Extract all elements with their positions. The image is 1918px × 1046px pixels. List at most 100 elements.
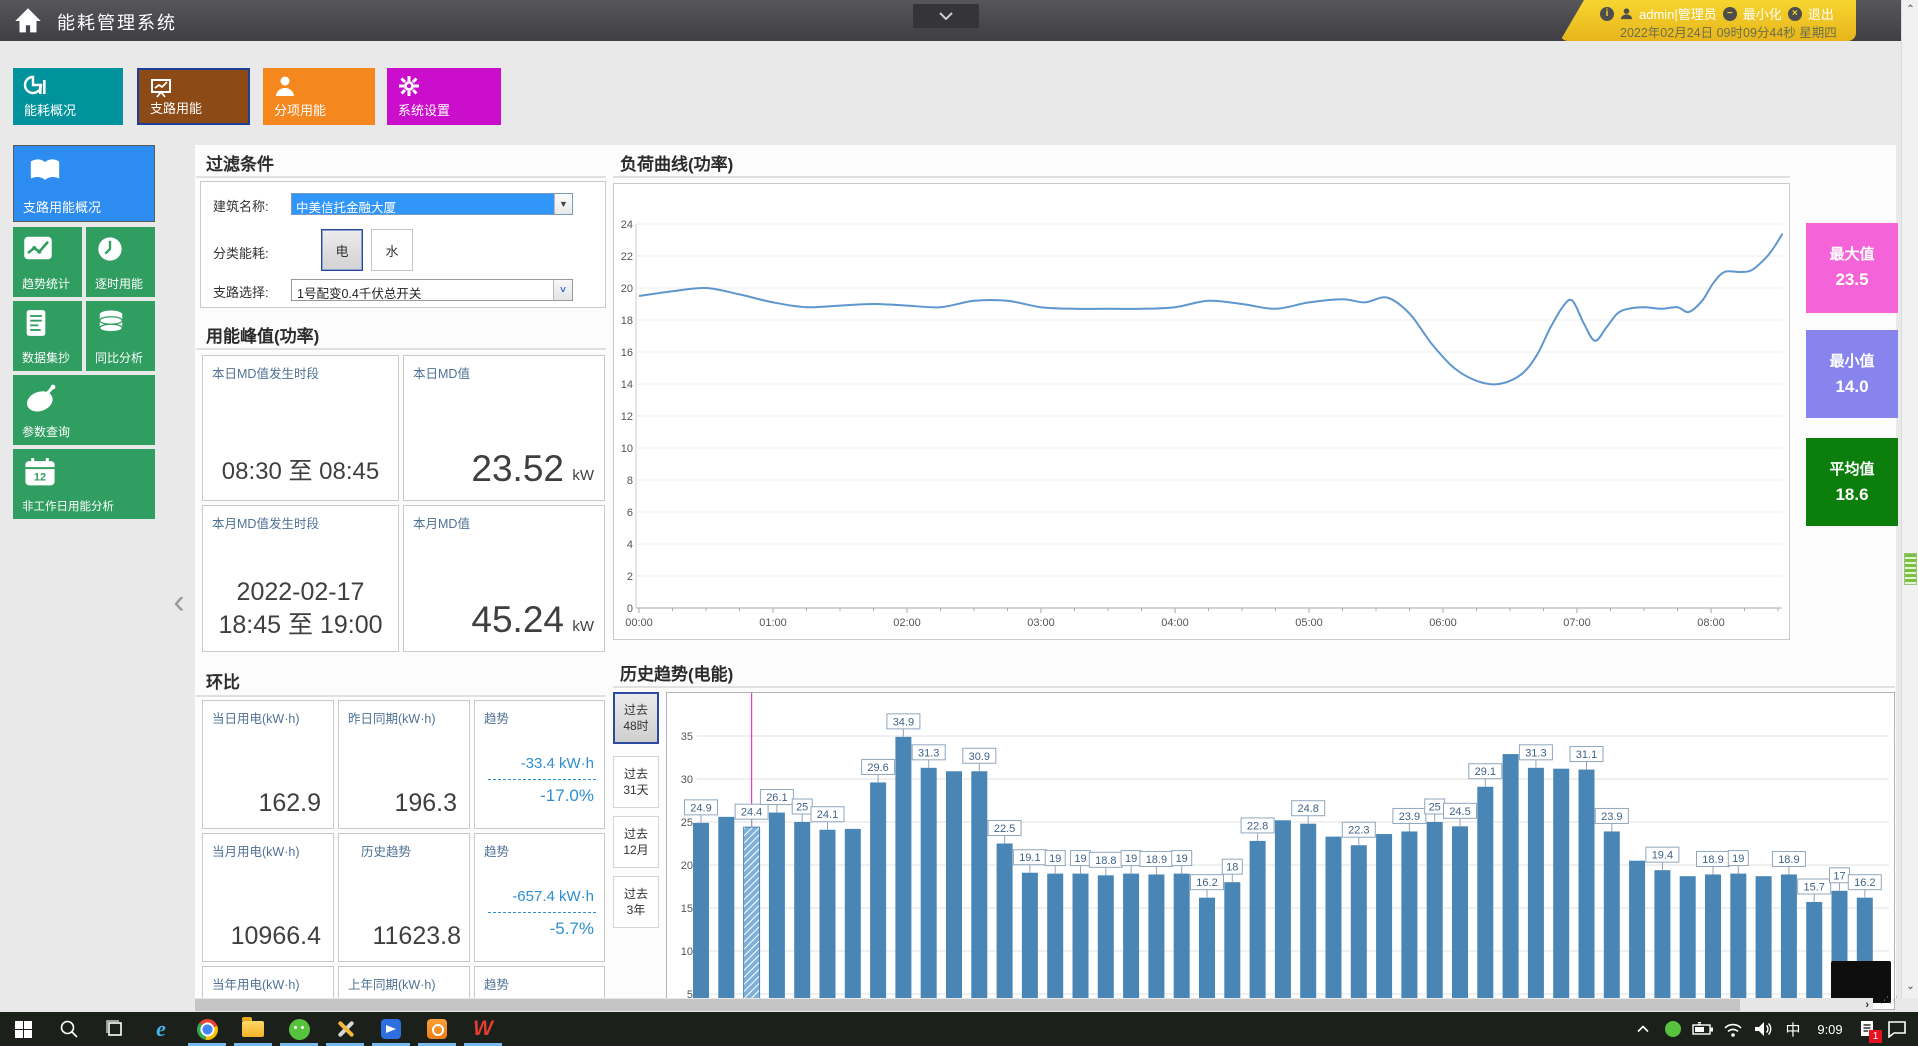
sidebar-item-trend-stats[interactable]: 趋势统计 <box>13 227 82 297</box>
ime-indicator[interactable]: 中 <box>1780 1012 1806 1046</box>
satellite-dish-icon <box>23 383 59 420</box>
card-label: 趋势 <box>484 974 509 993</box>
home-icon[interactable] <box>10 4 46 38</box>
chevron-down-icon <box>939 12 953 20</box>
card-label: 当年用电(kW·h) <box>212 974 300 993</box>
svg-text:18: 18 <box>1226 862 1238 874</box>
action-center-button[interactable] <box>1884 1012 1910 1046</box>
taskbar-tool-button[interactable] <box>322 1012 368 1046</box>
card-label: 昨日同期(kW·h) <box>348 708 436 727</box>
building-select[interactable]: 中美信托金融大厦 ▼ <box>291 193 573 215</box>
logout-icon[interactable]: × <box>1788 7 1802 21</box>
nav-tab-energy-overview[interactable]: 能耗概况 <box>13 68 123 125</box>
minimize-icon[interactable]: − <box>1723 7 1737 21</box>
logout-button[interactable]: 退出 <box>1808 4 1834 23</box>
sidebar-item-nonworkday-analysis[interactable]: 12 非工作日用能分析 <box>13 449 155 519</box>
range-label: 过去 <box>624 886 648 902</box>
tray-battery-button[interactable] <box>1690 1012 1716 1046</box>
speaker-icon <box>1753 1021 1773 1037</box>
card-date: 2022-02-17 <box>203 578 398 607</box>
svg-text:19: 19 <box>1732 853 1744 865</box>
divider <box>613 176 1790 178</box>
svg-text:05:00: 05:00 <box>1295 617 1323 629</box>
svg-text:15.7: 15.7 <box>1803 881 1824 893</box>
svg-text:19: 19 <box>1125 853 1137 865</box>
chevron-down-icon[interactable]: ▼ <box>554 194 572 214</box>
taskbar-explorer-button[interactable] <box>230 1012 276 1046</box>
sidebar-collapse-arrow[interactable]: ‹ <box>166 582 192 626</box>
branch-label: 支路选择: <box>213 282 269 301</box>
branch-select[interactable]: 1号配变0.4千伏总开关 ˅ <box>291 279 573 301</box>
card-label: 当日用电(kW·h) <box>212 708 300 727</box>
taskbar-blue-app-button[interactable] <box>368 1012 414 1046</box>
stat-label: 最大值 <box>1806 243 1898 264</box>
nav-tab-category-energy[interactable]: 分项用能 <box>263 68 375 125</box>
svg-text:16: 16 <box>621 347 633 359</box>
stat-label: 平均值 <box>1806 458 1898 479</box>
start-button[interactable] <box>0 1012 46 1046</box>
info-icon[interactable]: i <box>1600 7 1614 21</box>
taskbar-chrome-button[interactable] <box>184 1012 230 1046</box>
energy-option-water[interactable]: 水 <box>371 229 413 271</box>
scroll-down-arrow-icon[interactable]: ⌄ <box>1902 981 1918 992</box>
card-label: 历史趋势 <box>361 841 411 860</box>
tray-notification-button[interactable]: 1 <box>1854 1012 1880 1046</box>
svg-text:26.1: 26.1 <box>766 792 787 804</box>
svg-text:22.8: 22.8 <box>1247 820 1268 832</box>
range-button-48h[interactable]: 过去 48时 <box>613 692 659 744</box>
tray-wifi-button[interactable] <box>1720 1012 1746 1046</box>
svg-text:22.5: 22.5 <box>994 823 1015 835</box>
taskbar-clock[interactable]: 9:09 <box>1810 1012 1850 1046</box>
document-icon <box>23 309 49 342</box>
svg-text:31.3: 31.3 <box>918 747 939 759</box>
nav-tab-branch-energy[interactable]: 支路用能 <box>137 68 250 125</box>
taskbar-wps-button[interactable]: W <box>460 1012 506 1046</box>
taskbar-wechat-button[interactable] <box>276 1012 322 1046</box>
nav-tab-system-settings[interactable]: 系统设置 <box>387 68 501 125</box>
svg-text:10: 10 <box>621 443 633 455</box>
tray-volume-button[interactable] <box>1750 1012 1776 1046</box>
blue-app-icon <box>381 1019 401 1039</box>
tray-wechat-button[interactable] <box>1660 1012 1686 1046</box>
sidebar-item-parameter-query[interactable]: 参数查询 <box>13 375 155 445</box>
chrome-icon <box>197 1019 218 1040</box>
horizontal-scrollbar-thumb[interactable] <box>195 999 1740 1011</box>
stat-value: 23.5 <box>1806 270 1898 290</box>
scroll-up-arrow-icon[interactable]: ⌃ <box>1902 4 1918 15</box>
chevron-down-icon[interactable]: ˅ <box>553 280 572 300</box>
taskbar-ie-button[interactable]: e <box>138 1012 184 1046</box>
calendar-icon: 12 <box>23 457 57 492</box>
svg-text:24.5: 24.5 <box>1449 806 1470 818</box>
tray-expand-button[interactable] <box>1630 1012 1656 1046</box>
svg-text:24.8: 24.8 <box>1297 803 1318 815</box>
range-button-31d[interactable]: 过去 31天 <box>613 756 659 808</box>
person-icon <box>273 74 297 103</box>
taskbar-search-button[interactable] <box>46 1012 92 1046</box>
crossed-tools-icon <box>334 1018 356 1040</box>
svg-text:35: 35 <box>681 731 693 743</box>
book-icon <box>28 156 62 189</box>
range-button-12m[interactable]: 过去 12月 <box>613 816 659 868</box>
scroll-right-arrow-icon[interactable]: › <box>1865 998 1869 1012</box>
horizontal-scrollbar[interactable]: › <box>195 998 1873 1012</box>
vertical-scrollbar[interactable]: ⌃ ⌄ <box>1901 0 1918 998</box>
topbar-collapse-button[interactable] <box>913 4 979 28</box>
sidebar-item-yoy-analysis[interactable]: 同比分析 <box>86 301 155 371</box>
svg-text:12: 12 <box>621 411 633 423</box>
sidebar-item-branch-overview[interactable]: 支路用能概况 <box>13 145 155 222</box>
range-label: 过去 <box>624 766 648 782</box>
sidebar-item-label: 非工作日用能分析 <box>22 498 114 514</box>
svg-text:30.9: 30.9 <box>969 751 990 763</box>
sidebar-item-hourly-energy[interactable]: 逐时用能 <box>86 227 155 297</box>
load-curve-title: 负荷曲线(功率) <box>620 150 733 175</box>
vertical-scrollbar-thumb[interactable] <box>1904 553 1917 585</box>
task-view-button[interactable] <box>92 1012 138 1046</box>
sidebar-item-data-collection[interactable]: 数据集抄 <box>13 301 82 371</box>
minimize-button[interactable]: 最小化 <box>1743 4 1782 23</box>
range-button-3y[interactable]: 过去 3年 <box>613 876 659 928</box>
card-value: 11623.8 <box>372 922 461 951</box>
taskbar-orange-app-button[interactable] <box>414 1012 460 1046</box>
energy-option-label: 电 <box>335 241 348 260</box>
energy-option-electric[interactable]: 电 <box>321 229 363 271</box>
screen: 能耗管理系统 i admin|管理员 − 最小化 × 退出 2022年02月24… <box>0 0 1918 1046</box>
